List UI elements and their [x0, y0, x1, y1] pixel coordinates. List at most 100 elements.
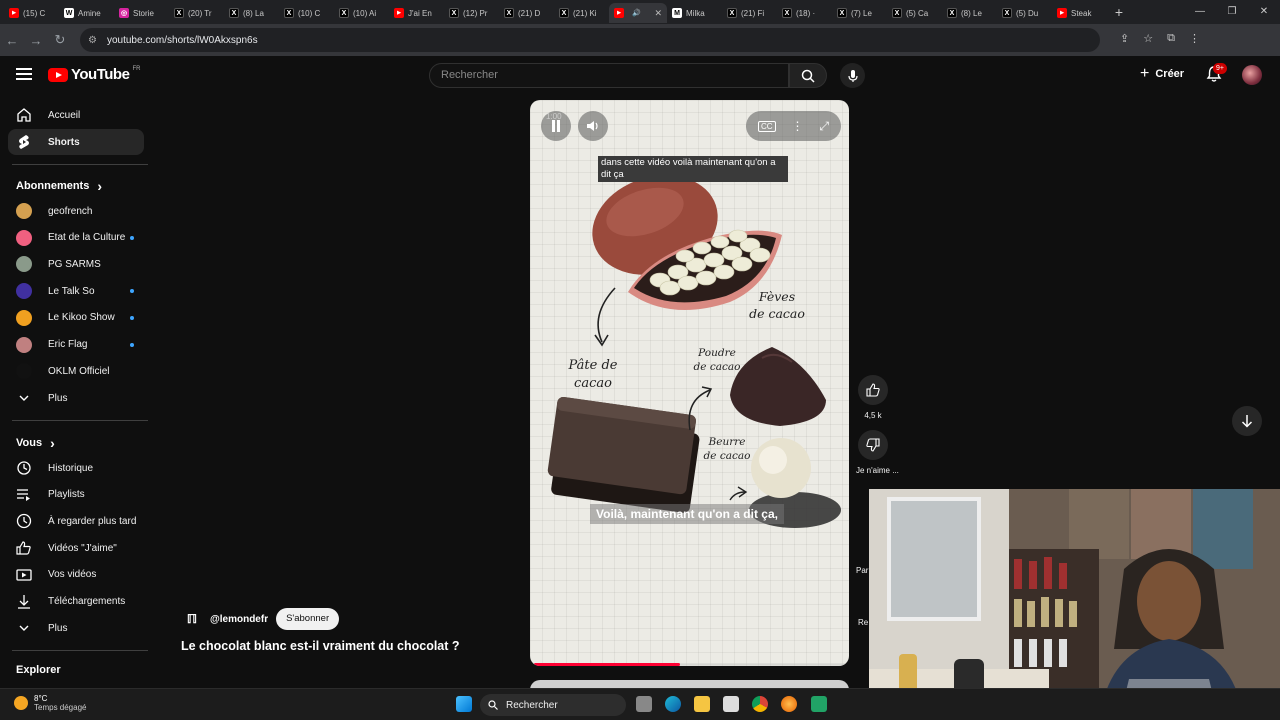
tab-favicon-icon: ▶	[1057, 8, 1067, 18]
firefox-icon[interactable]	[781, 696, 797, 712]
search-input[interactable]: Rechercher	[429, 63, 789, 88]
sidebar-item-accueil[interactable]: Accueil	[8, 102, 144, 128]
browser-tab[interactable]: X (5) Ca	[887, 3, 942, 23]
you-item[interactable]: Vos vidéos	[8, 562, 144, 588]
you-item[interactable]: À regarder plus tard	[8, 508, 144, 534]
browser-tab[interactable]: ▶ 🔊 ✕	[609, 3, 667, 23]
weather-sun-icon	[14, 696, 28, 710]
extensions-icon[interactable]: ⧉	[1167, 32, 1175, 45]
tab-title: (21) Fi	[741, 8, 765, 18]
progress-bar[interactable]	[534, 663, 845, 666]
close-window-icon[interactable]: ✕	[1248, 0, 1280, 24]
explore-header[interactable]: Explorer	[16, 664, 61, 676]
search-button[interactable]	[789, 63, 827, 88]
forward-icon[interactable]: →	[24, 33, 48, 48]
sidebar-item-shorts[interactable]: Shorts	[8, 129, 144, 155]
you-item[interactable]: Téléchargements	[8, 589, 144, 615]
browser-tab[interactable]: X (21) D	[499, 3, 554, 23]
create-button[interactable]: + Créer	[1140, 65, 1184, 83]
app-icon[interactable]	[811, 696, 827, 712]
chrome-icon[interactable]	[752, 696, 768, 712]
address-bar[interactable]: ⚙ youtube.com/shorts/lW0Akxspn6s	[80, 28, 1100, 52]
webcam-overlay	[869, 489, 1280, 720]
browser-tab[interactable]: W Amine	[59, 3, 114, 23]
you-header[interactable]: Vous ›	[16, 435, 55, 451]
subscription-item[interactable]: PG SARMS	[8, 251, 144, 277]
fullscreen-icon[interactable]: ⤢	[819, 119, 829, 134]
channel-avatar	[16, 363, 32, 380]
subscribe-button[interactable]: S'abonner	[276, 608, 340, 630]
tab-title: (12) Pr	[463, 8, 488, 18]
subscription-item[interactable]: Le Kikoo Show	[8, 305, 144, 331]
subscription-item[interactable]: OKLM Officiel	[8, 358, 144, 384]
captions-icon[interactable]: CC	[757, 120, 776, 132]
menu-hamburger-icon[interactable]	[16, 68, 32, 80]
browser-tab[interactable]: X (10) Ai	[334, 3, 389, 23]
account-avatar[interactable]	[1242, 65, 1262, 85]
tab-title: J'ai En	[408, 8, 432, 18]
dislike-button[interactable]	[858, 430, 888, 460]
browser-tab[interactable]: X (8) La	[224, 3, 279, 23]
browser-tab[interactable]: X (21) Ki	[554, 3, 609, 23]
sidebar-item-label: OKLM Officiel	[48, 365, 110, 377]
subscription-item[interactable]: Etat de la Culture	[8, 225, 144, 251]
store-icon[interactable]	[723, 696, 739, 712]
browser-tab[interactable]: X (10) C	[279, 3, 334, 23]
browser-tab[interactable]: X (20) Tr	[169, 3, 224, 23]
minimize-icon[interactable]: —	[1184, 0, 1216, 24]
subscription-item[interactable]: geofrench	[8, 198, 144, 224]
browser-tab[interactable]: M Milka	[667, 3, 722, 23]
browser-tab[interactable]: ▶ Steak	[1052, 3, 1107, 23]
browser-tab[interactable]: X (21) Fi	[722, 3, 777, 23]
you-item[interactable]: Historique	[8, 455, 144, 481]
subtitle-top: dans cette vidéo voilà maintenant qu'on …	[598, 156, 788, 182]
taskbar-search[interactable]: Rechercher	[480, 694, 626, 716]
channel-logo[interactable]: ℿ	[182, 609, 202, 629]
new-content-dot	[130, 289, 134, 294]
browser-tab[interactable]: X (5) Du	[997, 3, 1052, 23]
site-info-icon[interactable]: ⚙	[88, 35, 97, 46]
subtitle-bottom: Voilà, maintenant qu'on a dit ça,	[590, 504, 784, 524]
reload-icon[interactable]: ↻	[48, 32, 72, 48]
subscriptions-more[interactable]: Plus	[8, 385, 144, 411]
install-icon[interactable]: ⇪	[1120, 32, 1129, 45]
browser-tab[interactable]: X (8) Le	[942, 3, 997, 23]
bookmark-icon[interactable]: ☆	[1143, 32, 1153, 45]
tab-favicon-icon: X	[947, 8, 957, 18]
browser-tab[interactable]: ▶ J'ai En	[389, 3, 444, 23]
windows-start-icon[interactable]	[456, 696, 472, 712]
file-explorer-icon[interactable]	[694, 696, 710, 712]
subscription-item[interactable]: Eric Flag	[8, 332, 144, 358]
you-more[interactable]: Plus	[8, 615, 144, 641]
tab-title: (15) C	[23, 8, 46, 18]
voice-search-button[interactable]	[840, 63, 865, 88]
shorts-player[interactable]: Fèves de cacao Pâte de cacao Poudre de c…	[530, 100, 849, 666]
browser-tab[interactable]: X (12) Pr	[444, 3, 499, 23]
time-label: 1:00	[546, 112, 562, 121]
sidebar-item-label: Vos vidéos	[48, 569, 97, 581]
weather-widget[interactable]: 8°C Temps dégagé	[14, 694, 86, 712]
channel-name[interactable]: @lemondefr	[210, 614, 268, 625]
browser-tab[interactable]: X (7) Le	[832, 3, 887, 23]
edge-icon[interactable]	[665, 696, 681, 712]
browser-tab[interactable]: X (18) ·	[777, 3, 832, 23]
browser-tab[interactable]: ◎ Storie	[114, 3, 169, 23]
you-item[interactable]: Vidéos "J'aime"	[8, 535, 144, 561]
task-view-icon[interactable]	[636, 696, 652, 712]
sidebar-item-label: Etat de la Culture	[48, 232, 126, 244]
like-button[interactable]	[858, 375, 888, 405]
new-tab-icon[interactable]: +	[1109, 4, 1129, 20]
menu-icon[interactable]: ⋮	[1189, 32, 1200, 45]
more-options-icon[interactable]: ⋮	[791, 119, 803, 133]
you-item[interactable]: Playlists	[8, 482, 144, 508]
maximize-icon[interactable]: ❐	[1216, 0, 1248, 24]
back-icon[interactable]: ←	[0, 33, 24, 48]
browser-tab[interactable]: ▶ (15) C	[4, 3, 59, 23]
youtube-logo[interactable]: YouTube FR	[48, 66, 140, 83]
tab-audio-icon[interactable]: 🔊	[632, 9, 641, 17]
tab-close-icon[interactable]: ✕	[654, 8, 662, 19]
next-short-button[interactable]	[1232, 406, 1262, 436]
subscription-item[interactable]: Le Talk So	[8, 278, 144, 304]
volume-button[interactable]	[578, 111, 608, 141]
subscriptions-header[interactable]: Abonnements ›	[16, 178, 102, 194]
